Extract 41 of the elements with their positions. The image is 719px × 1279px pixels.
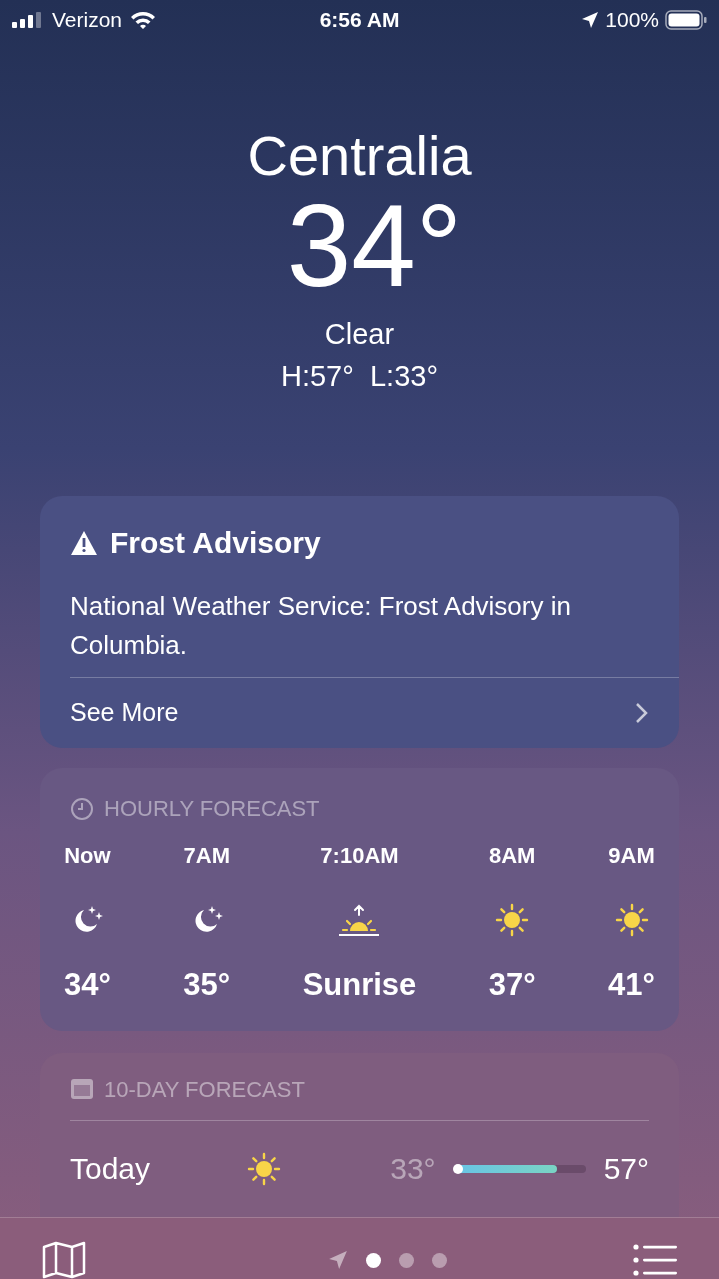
high-temperature: 57° <box>603 1151 649 1187</box>
hour-label: 7AM <box>183 842 230 870</box>
hour-label: 8AM <box>489 842 536 870</box>
section-title: HOURLY FORECAST <box>104 795 320 823</box>
hour-label: Now <box>64 842 111 870</box>
sun-icon <box>246 1150 282 1187</box>
battery-percent: 100% <box>605 7 659 34</box>
hour-label: 7:10AM <box>320 842 399 870</box>
alert-title: Frost Advisory <box>110 525 321 561</box>
sunrise-icon <box>337 902 382 938</box>
list-button[interactable] <box>633 1244 677 1276</box>
alert-message: National Weather Service: Frost Advisory in Columbia. <box>69 590 572 662</box>
location-arrow-icon <box>328 1250 348 1270</box>
calendar-icon <box>70 1078 94 1100</box>
battery-icon <box>665 10 707 30</box>
hour-temperature: 37° <box>488 966 536 1004</box>
signal-icon <box>12 12 44 28</box>
warning-icon <box>70 529 98 556</box>
carrier-name: Verizon <box>52 7 123 34</box>
hour-temperature: 35° <box>183 966 231 1004</box>
hour-temperature: Sunrise <box>302 966 417 1004</box>
chevron-right-icon <box>635 702 649 724</box>
clock-icon <box>70 796 94 821</box>
see-more-link[interactable]: See More <box>40 678 679 748</box>
day-label: Today <box>70 1151 152 1187</box>
status-time: 6:56 AM <box>319 7 400 34</box>
menu-icon <box>633 1244 677 1276</box>
high-low-text: H:57° L:33° <box>281 359 438 394</box>
sun-icon <box>494 902 531 938</box>
hour-temperature: 41° <box>608 966 655 1004</box>
wifi-icon <box>130 11 157 29</box>
current-temperature: 34° <box>286 188 463 304</box>
condition-text: Clear <box>324 317 395 352</box>
section-title: 10-DAY FORECAST <box>104 1075 305 1104</box>
map-button[interactable] <box>42 1241 86 1279</box>
location-arrow-icon <box>581 11 600 29</box>
hour-label: 9AM <box>608 842 655 870</box>
sun-icon <box>613 902 650 938</box>
hour-temperature: 34° <box>64 966 111 1004</box>
low-temperature: 33° <box>390 1151 436 1187</box>
city-name: Centralia <box>247 124 472 188</box>
